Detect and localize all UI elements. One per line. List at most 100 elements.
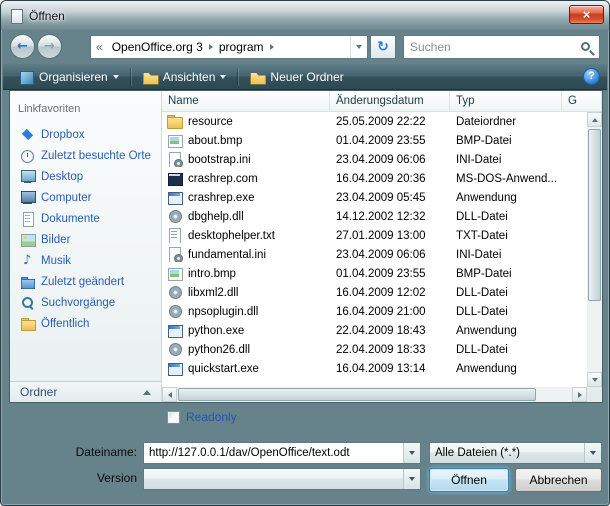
folder-icon: [167, 114, 183, 129]
vertical-scroll-thumb[interactable]: [588, 129, 601, 301]
sidebar-item[interactable]: Desktop: [10, 166, 161, 187]
sidebar-item-label: Dokumente: [41, 213, 100, 225]
filetype-value: Alle Dateien (*.*): [430, 447, 584, 459]
file-name: crashrep.com: [188, 173, 258, 185]
breadcrumb[interactable]: « OpenOffice.org 3 program: [90, 35, 368, 59]
file-date: 16.04.2009 21:00: [330, 306, 450, 318]
arrow-down-icon: [592, 378, 598, 382]
file-row[interactable]: intro.bmp 01.04.2009 23:55 BMP-Datei: [162, 264, 587, 283]
file-date: 27.01.2009 13:00: [330, 230, 450, 242]
nav-buttons: ← →: [10, 34, 62, 59]
version-combobox[interactable]: [143, 468, 421, 490]
file-row[interactable]: python.exe 22.04.2009 18:43 Anwendung: [162, 321, 587, 340]
file-row[interactable]: crashrep.com 16.04.2009 20:36 MS-DOS-Anw…: [162, 169, 587, 188]
version-dropdown-button[interactable]: [403, 469, 420, 489]
filetype-dropdown-button[interactable]: [584, 443, 601, 463]
sidebar-item[interactable]: Computer: [10, 187, 161, 208]
file-type: Anwendung: [450, 363, 562, 375]
file-row[interactable]: bootstrap.ini 23.04.2009 06:06 INI-Datei: [162, 150, 587, 169]
desktop-icon: [20, 170, 35, 184]
sidebar-item[interactable]: Zuletzt geändert: [10, 271, 161, 292]
file-row[interactable]: fundamental.ini 23.04.2009 06:06 INI-Dat…: [162, 245, 587, 264]
file-date: 16.04.2009 20:36: [330, 173, 450, 185]
navigation-bar: ← → « OpenOffice.org 3 program ↻ Suchen: [3, 30, 607, 63]
back-button[interactable]: ←: [10, 34, 35, 59]
sidebar-item[interactable]: Dokumente: [10, 208, 161, 229]
recently-changed-icon: [20, 275, 35, 289]
close-button[interactable]: [569, 5, 604, 24]
folders-bar[interactable]: Ordner: [10, 381, 161, 402]
file-type: INI-Datei: [450, 154, 562, 166]
column-header-date[interactable]: Änderungsdatum: [330, 91, 450, 111]
scroll-down-button[interactable]: [587, 372, 602, 387]
vertical-scrollbar[interactable]: [587, 112, 602, 387]
column-header-type[interactable]: Typ: [450, 91, 562, 111]
sidebar-item[interactable]: Dropbox: [10, 124, 161, 145]
readonly-checkbox[interactable]: [167, 411, 180, 424]
column-header-size[interactable]: G: [562, 91, 602, 111]
file-name: python.exe: [188, 325, 244, 337]
views-icon: [142, 70, 158, 84]
breadcrumb-item-openoffice[interactable]: OpenOffice.org 3: [108, 40, 207, 54]
sidebar-item-label: Öffentlich: [41, 318, 89, 330]
horizontal-scroll-thumb[interactable]: [178, 388, 536, 401]
views-button[interactable]: Ansichten: [134, 68, 235, 86]
breadcrumb-dropdown-button[interactable]: [350, 36, 367, 58]
dialog-footer: Readonly Dateiname: http://127.0.0.1/dav…: [1, 403, 609, 505]
file-row[interactable]: libxml2.dll 16.04.2009 12:02 DLL-Datei: [162, 283, 587, 302]
sidebar-item-label: Computer: [41, 192, 92, 204]
cancel-button[interactable]: Abbrechen: [515, 468, 602, 492]
filename-dropdown-button[interactable]: [403, 443, 420, 463]
dropbox-icon: [20, 128, 35, 142]
file-row[interactable]: desktophelper.txt 27.01.2009 13:00 TXT-D…: [162, 226, 587, 245]
column-header-name[interactable]: Name: [162, 91, 330, 111]
filename-combobox[interactable]: http://127.0.0.1/dav/OpenOffice/text.odt: [143, 442, 421, 464]
file-row[interactable]: resource 25.05.2009 22:22 Dateiordner: [162, 112, 587, 131]
filetype-combobox[interactable]: Alle Dateien (*.*): [429, 442, 602, 464]
file-row[interactable]: quickstart.exe 16.04.2009 13:14 Anwendun…: [162, 359, 587, 378]
file-row[interactable]: crashrep.exe 23.04.2009 05:45 Anwendung: [162, 188, 587, 207]
file-row[interactable]: about.bmp 01.04.2009 23:55 BMP-Datei: [162, 131, 587, 150]
new-folder-button[interactable]: Neuer Ordner: [241, 68, 351, 86]
breadcrumb-overflow-chevron[interactable]: «: [91, 40, 108, 54]
filename-value[interactable]: http://127.0.0.1/dav/OpenOffice/text.odt: [144, 447, 403, 459]
scroll-up-button[interactable]: [587, 112, 602, 127]
sidebar-item[interactable]: Bilder: [10, 229, 161, 250]
refresh-icon: ↻: [377, 40, 389, 54]
txt-icon: [167, 228, 183, 243]
file-row[interactable]: npsoplugin.dll 16.04.2009 21:00 DLL-Date…: [162, 302, 587, 321]
bmp-icon: [167, 266, 183, 281]
sidebar-item[interactable]: Öffentlich: [10, 313, 161, 334]
music-icon: [20, 254, 35, 268]
breadcrumb-item-program[interactable]: program: [215, 40, 268, 54]
file-row[interactable]: python26.dll 22.04.2009 18:33 DLL-Datei: [162, 340, 587, 359]
refresh-button[interactable]: ↻: [370, 35, 396, 59]
recent-places-icon: [20, 149, 35, 163]
sidebar-item[interactable]: Zuletzt besuchte Orte: [10, 145, 161, 166]
msdos-icon: [167, 171, 183, 186]
searches-icon: [20, 296, 35, 310]
file-type: BMP-Datei: [450, 268, 562, 280]
dll-icon: [167, 209, 183, 224]
forward-button[interactable]: →: [37, 34, 62, 59]
file-name: resource: [188, 116, 233, 128]
help-button[interactable]: [583, 68, 600, 85]
sidebar-item[interactable]: Musik: [10, 250, 161, 271]
sidebar: Linkfavoriten Dropbox Zuletzt besuchte O…: [10, 91, 162, 402]
horizontal-scrollbar[interactable]: [162, 387, 587, 402]
file-row[interactable]: dbghelp.dll 14.12.2002 12:32 DLL-Datei: [162, 207, 587, 226]
search-box[interactable]: Suchen: [403, 35, 600, 59]
arrow-left-icon: [168, 392, 172, 398]
window-icon: [10, 9, 23, 22]
chevron-down-icon: [590, 451, 596, 455]
file-date: 16.04.2009 12:02: [330, 287, 450, 299]
search-icon[interactable]: [581, 42, 590, 51]
scroll-right-button[interactable]: [572, 387, 587, 402]
organize-button[interactable]: Organisieren: [10, 68, 127, 86]
file-type: Dateiordner: [450, 116, 562, 128]
open-button[interactable]: Öffnen: [429, 468, 509, 492]
scroll-left-button[interactable]: [162, 387, 177, 402]
dll-icon: [167, 285, 183, 300]
chevron-down-icon: [356, 45, 362, 49]
sidebar-item[interactable]: Suchvorgänge: [10, 292, 161, 313]
